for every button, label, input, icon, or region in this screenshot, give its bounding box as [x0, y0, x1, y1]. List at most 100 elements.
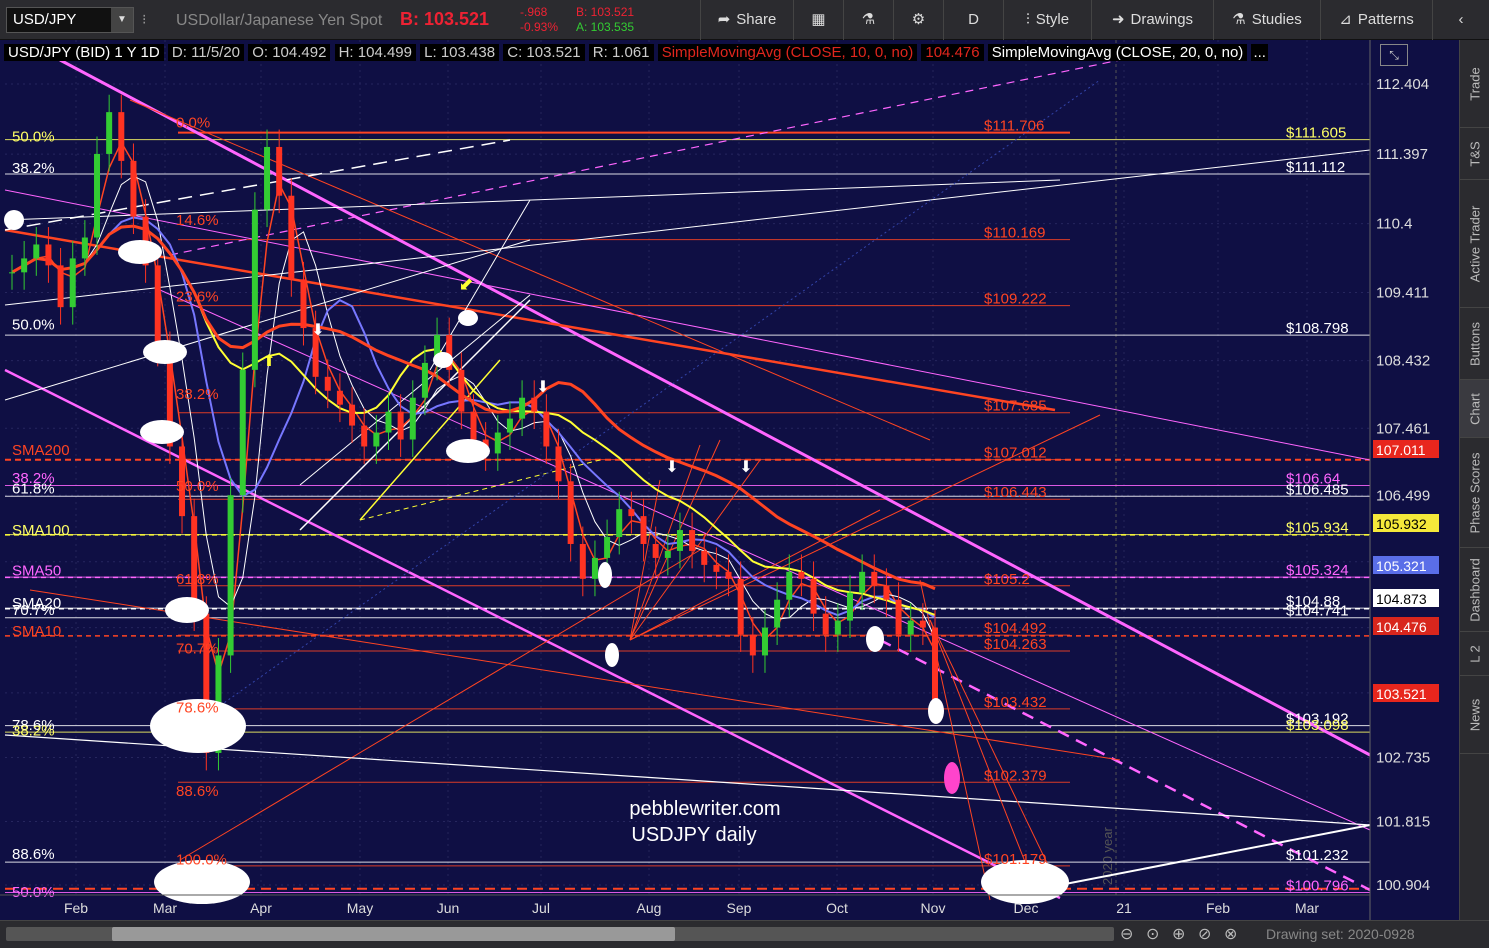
share-icon: ➦: [717, 11, 731, 28]
legend-sma20[interactable]: SimpleMovingAvg (CLOSE, 20, 0, no): [987, 44, 1248, 61]
candle-body: [324, 376, 331, 391]
sidebar-tab-buttons[interactable]: Buttons: [1460, 308, 1489, 380]
candle-body: [616, 509, 623, 538]
candle-body: [919, 620, 926, 628]
fib-left-label: 38.2%: [12, 160, 55, 177]
studies-button[interactable]: ⚗ Studies: [1213, 0, 1320, 40]
y-tick-label: 110.4: [1376, 216, 1412, 233]
price-tag-label: 105.321: [1376, 558, 1427, 574]
x-tick-label: Apr: [250, 900, 272, 916]
price-tag-label: 103.521: [1376, 686, 1427, 702]
bid-small: B: 103.521: [576, 5, 635, 19]
gear-button[interactable]: ⚙: [893, 0, 943, 40]
candle-body: [774, 599, 781, 628]
share-button[interactable]: ➦ Share: [700, 0, 793, 40]
candle-body: [373, 432, 380, 447]
y-tick-label: 107.461: [1376, 420, 1430, 437]
fib-mid-label: 100.0%: [176, 852, 227, 869]
patterns-button[interactable]: ⊿ Patterns: [1320, 0, 1432, 40]
pan-icon[interactable]: ⊘: [1198, 924, 1211, 944]
sidebar-tab-phase-scores[interactable]: Phase Scores: [1460, 438, 1489, 548]
candle-body: [409, 397, 416, 440]
symbol-selector[interactable]: USD/JPY ▼: [6, 7, 134, 33]
zoom-fit-icon[interactable]: ⊙: [1146, 924, 1159, 944]
legend-title: USD/JPY (BID) 1 Y 1D: [4, 44, 164, 61]
fib-mid-label: 50.0%: [176, 478, 219, 495]
zoom-out-icon[interactable]: ⊖: [1120, 924, 1133, 944]
fib-mid-label: 78.6%: [176, 700, 219, 717]
sidebar-tab-trade[interactable]: Trade: [1460, 40, 1489, 128]
time-scrollbar[interactable]: [6, 927, 1114, 941]
sidebar-tab-t-s[interactable]: T&S: [1460, 128, 1489, 180]
sidebar-tab-label: News: [1467, 698, 1483, 731]
trend-line: [199, 79, 1101, 721]
candle-body: [907, 620, 914, 635]
legend-more[interactable]: ...: [1251, 44, 1268, 61]
sidebar-tab-dashboard[interactable]: Dashboard: [1460, 548, 1489, 632]
period-label: D: [968, 11, 979, 28]
sidebar-tab-l-2[interactable]: L 2: [1460, 632, 1489, 676]
sidebar-tab-label: L 2: [1467, 644, 1483, 663]
candle-body: [652, 543, 659, 558]
sidebar-tab-label: Dashboard: [1467, 557, 1483, 622]
arrow-down-icon: ⬇: [311, 322, 324, 339]
candle-body: [628, 509, 635, 517]
x-tick-label: May: [347, 900, 373, 916]
ellipse-marker: [140, 420, 184, 444]
candle-body: [458, 369, 465, 412]
candle-body: [591, 557, 598, 579]
patterns-icon: ⊿: [1339, 11, 1352, 28]
sidebar-tab-chart[interactable]: Chart: [1460, 380, 1489, 438]
link-icon[interactable]: ⁝: [142, 11, 146, 28]
collapse-button[interactable]: ‹: [1432, 0, 1489, 40]
drawings-button[interactable]: ➜ Drawings: [1091, 0, 1213, 40]
fib-left-label: SMA100: [12, 522, 70, 539]
zoom-icon[interactable]: ⤡: [1380, 44, 1408, 66]
style-button[interactable]: ⫶ Style: [1003, 0, 1091, 40]
sidebar-tab-label: Chart: [1467, 392, 1483, 425]
candle-body: [336, 390, 343, 405]
price-level-label: $107.685: [984, 398, 1047, 415]
period-button[interactable]: D: [943, 0, 1003, 40]
symbol-label: USD/JPY: [13, 11, 77, 28]
candle-body: [640, 516, 647, 544]
ellipse-marker: [928, 698, 944, 724]
candle-body: [264, 146, 271, 210]
candle-body: [519, 397, 526, 419]
candle-body: [21, 258, 28, 273]
fib-left-label: 70.7%: [12, 602, 55, 619]
x-tick-label: Mar: [1295, 900, 1319, 916]
y-tick-label: 112.404: [1376, 76, 1429, 93]
reset-icon[interactable]: ⊗: [1224, 924, 1237, 944]
scrollbar-thumb[interactable]: [112, 927, 675, 941]
chart-settings-button[interactable]: ▦: [793, 0, 843, 40]
y-tick-label: 102.735: [1376, 749, 1430, 766]
trend-line: [129, 99, 931, 441]
y-tick-label: 109.411: [1376, 284, 1429, 301]
ellipse-marker: [118, 240, 162, 264]
y-axis-bg: [1370, 40, 1459, 920]
grid: 2020 year: [5, 40, 1370, 895]
chevron-down-icon[interactable]: ▼: [111, 8, 133, 32]
candle-body: [531, 397, 538, 412]
arrow-right-icon: ➜: [1111, 11, 1125, 28]
candle-body: [45, 244, 52, 266]
candle-body: [761, 627, 768, 656]
legend-sma10[interactable]: SimpleMovingAvg (CLOSE, 10, 0, no): [657, 44, 918, 61]
candle-body: [859, 571, 866, 593]
studies-label: Studies: [1251, 11, 1302, 28]
x-tick-label: Sep: [727, 900, 752, 916]
sidebar-tab-news[interactable]: News: [1460, 676, 1489, 754]
fan-line: [929, 619, 1061, 891]
x-tick-label: Dec: [1014, 900, 1039, 916]
chart-area[interactable]: 2020 year ⬇ ⬇ ⬇ ⬇ ⬆ ⬋ $111.706 $110.169 $109.22…: [0, 40, 1459, 920]
ellipse-marker: [446, 439, 490, 463]
fib-left-label: 50.0%: [12, 884, 55, 901]
price-chart[interactable]: 2020 year ⬇ ⬇ ⬇ ⬇ ⬆ ⬋ $111.706 $110.169 $109.22…: [0, 40, 1459, 920]
price-level-label: $102.379: [984, 767, 1047, 784]
zoom-in-icon[interactable]: ⊕: [1172, 924, 1185, 944]
candle-body: [749, 634, 756, 656]
flask-button[interactable]: ⚗: [843, 0, 893, 40]
legend-range: R: 1.061: [588, 44, 654, 61]
sidebar-tab-active-trader[interactable]: Active Trader: [1460, 180, 1489, 308]
